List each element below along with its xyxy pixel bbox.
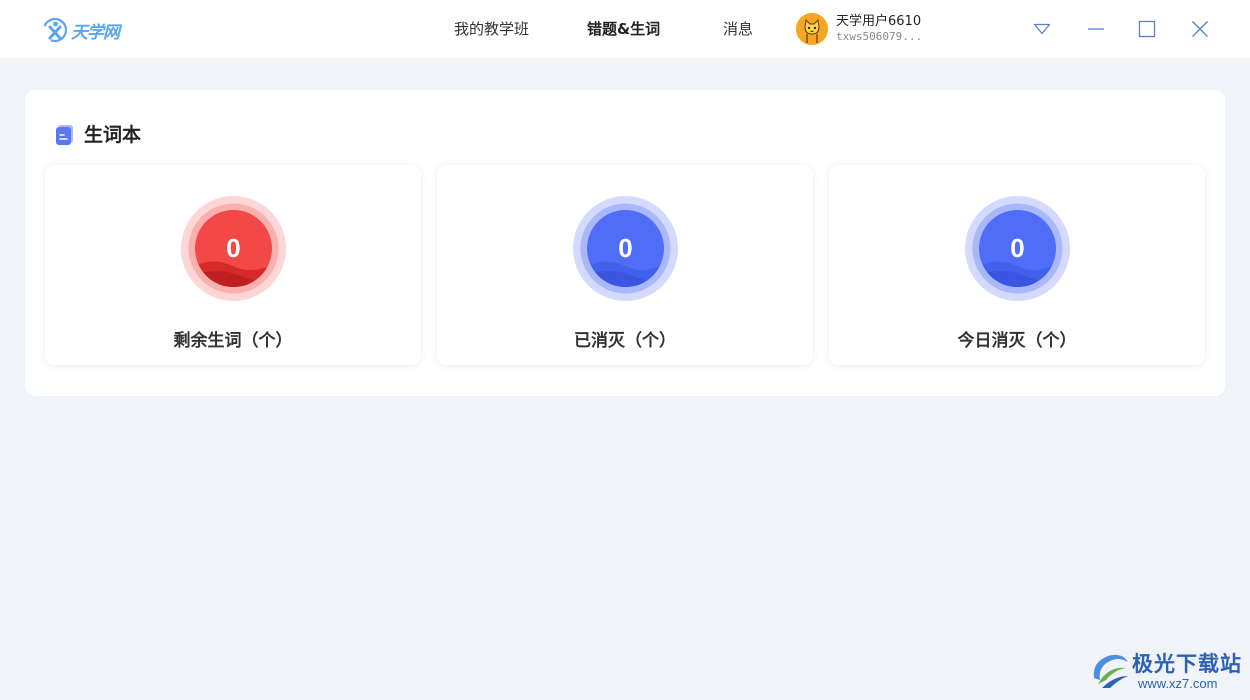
- triangle-down-icon: [1033, 23, 1051, 35]
- minimize-icon: [1088, 28, 1104, 30]
- minimize-button[interactable]: [1081, 14, 1111, 44]
- nav-errors-words[interactable]: 错题&生词: [587, 18, 660, 40]
- watermark-text: 极光下载站: [1132, 652, 1242, 676]
- stat-label: 已消灭（个）: [574, 331, 676, 351]
- stat-card-remaining[interactable]: 0 剩余生词（个）: [45, 165, 421, 365]
- title-bar: 天学网 我的教学班 错题&生词 消息 天学用户6610 txws506079..…: [0, 0, 1250, 58]
- close-icon: [1192, 21, 1208, 37]
- user-name: 天学用户6610: [836, 14, 922, 29]
- stat-label: 今日消灭（个）: [957, 331, 1077, 351]
- maximize-icon: [1138, 20, 1156, 38]
- dropdown-button[interactable]: [1027, 14, 1057, 44]
- stat-card-today[interactable]: 0 今日消灭（个）: [829, 165, 1205, 365]
- panel-title: 生词本: [84, 124, 142, 146]
- app-logo-icon: [42, 17, 68, 43]
- stat-value: 0: [618, 233, 633, 263]
- maximize-button[interactable]: [1132, 14, 1162, 44]
- user-id: txws506079...: [836, 30, 923, 43]
- stat-circle: 0: [965, 196, 1070, 301]
- panel-header: 生词本: [55, 120, 141, 147]
- stat-value: 0: [226, 233, 241, 263]
- vocabulary-panel: 生词本 0 剩余生词（个） 0 已消灭（个） 0 今日消灭（个）: [25, 90, 1225, 396]
- nav-my-class[interactable]: 我的教学班: [454, 18, 529, 40]
- watermark-url: www.xz7.com: [1138, 676, 1218, 691]
- cat-avatar-icon: [796, 13, 828, 45]
- stat-label: 剩余生词（个）: [173, 331, 293, 351]
- aurora-logo-icon: [1093, 654, 1128, 688]
- app-logo[interactable]: 天学网: [42, 16, 120, 44]
- app-logo-text: 天学网: [71, 22, 120, 43]
- close-button[interactable]: [1185, 14, 1215, 44]
- watermark: 极光下载站 www.xz7.com: [1088, 648, 1243, 694]
- stat-value: 0: [1010, 233, 1025, 263]
- avatar[interactable]: [796, 13, 828, 45]
- stat-circle: 0: [573, 196, 678, 301]
- nav-messages[interactable]: 消息: [723, 18, 753, 40]
- notebook-icon: [56, 124, 73, 145]
- user-menu[interactable]: 天学用户6610 txws506079...: [796, 13, 922, 45]
- user-info: 天学用户6610 txws506079...: [836, 14, 922, 44]
- stat-card-eliminated[interactable]: 0 已消灭（个）: [437, 165, 813, 365]
- stat-circle: 0: [181, 196, 286, 301]
